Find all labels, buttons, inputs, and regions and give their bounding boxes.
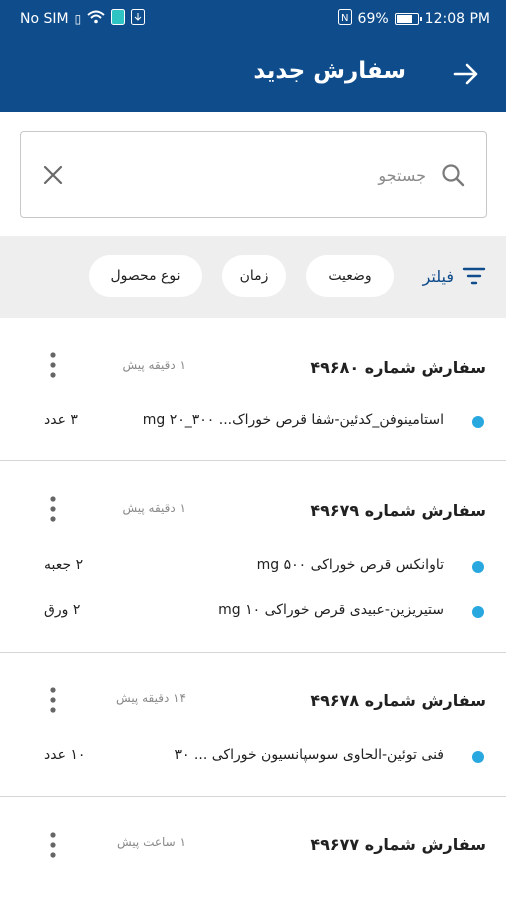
item-name: ستیریزین-عبیدی قرص خوراکی ۱۰ mg (218, 602, 444, 618)
order-card[interactable]: سفارش شماره ۴۹۶۷۷ ۱ ساعت پیش (0, 797, 506, 900)
app-bar: سفارش جدید (0, 36, 506, 112)
item-name: استامینوفن_کدئین-شفا قرص خوراک... ۳۰۰_۲۰… (142, 412, 444, 428)
status-bar-left: No SIM ▯ (20, 9, 146, 29)
search-icon[interactable] (440, 162, 466, 188)
filter-bar: فیلتر وضعیت زمان نوع محصول (0, 236, 506, 318)
app-notification-icon (111, 9, 126, 29)
page-title: سفارش جدید (253, 58, 406, 84)
filter-label: فیلتر (422, 266, 454, 286)
order-time: ۱ دقیقه پیش (122, 501, 186, 515)
item-quantity: ۳ عدد (44, 412, 78, 428)
download-notification-icon (131, 9, 146, 29)
order-item: استامینوفن_کدئین-شفا قرص خوراک... ۳۰۰_۲۰… (0, 410, 506, 434)
nfc-icon: N (337, 9, 352, 29)
order-card[interactable]: سفارش شماره ۴۹۶۸۰ ۱ دقیقه پیش استامینوفن… (0, 318, 506, 461)
item-bullet (472, 751, 484, 763)
arrow-right-icon (453, 63, 478, 85)
more-options-icon[interactable] (42, 830, 64, 860)
order-item: تاوانکس قرص خوراکی ۵۰۰ mg ۲ جعبه (0, 555, 506, 579)
order-item: فنی توئین-الحاوی سوسپانسیون خوراکی ... ۳… (0, 745, 506, 769)
filter-button[interactable]: فیلتر (423, 266, 486, 286)
item-name: فنی توئین-الحاوی سوسپانسیون خوراکی ... ۳… (174, 747, 444, 763)
battery-fill (396, 15, 412, 23)
order-title: سفارش شماره ۴۹۶۷۸ (310, 691, 486, 710)
chip-product-type[interactable]: نوع محصول (89, 255, 202, 297)
order-title: سفارش شماره ۴۹۶۸۰ (310, 358, 486, 377)
item-name: تاوانکس قرص خوراکی ۵۰۰ mg (256, 557, 444, 573)
order-time: ۱۴ دقیقه پیش (116, 691, 186, 705)
search-box (20, 131, 487, 218)
order-item: ستیریزین-عبیدی قرص خوراکی ۱۰ mg ۲ ورق (0, 600, 506, 624)
wifi-icon (87, 10, 105, 28)
order-title: سفارش شماره ۴۹۶۷۷ (310, 835, 486, 854)
item-bullet (472, 606, 484, 618)
item-bullet (472, 416, 484, 428)
order-time: ۱ ساعت پیش (117, 835, 186, 849)
carrier-label: No SIM (20, 11, 69, 27)
order-title: سفارش شماره ۴۹۶۷۹ (310, 501, 486, 520)
chip-time[interactable]: زمان (222, 255, 286, 297)
order-card[interactable]: سفارش شماره ۴۹۶۷۹ ۱ دقیقه پیش تاوانکس قر… (0, 461, 506, 653)
sim-icon: ▯ (74, 12, 82, 26)
order-time: ۱ دقیقه پیش (122, 358, 186, 372)
back-button[interactable] (450, 58, 482, 90)
more-options-icon[interactable] (42, 685, 64, 715)
item-quantity: ۱۰ عدد (44, 747, 86, 763)
svg-text:N: N (341, 13, 348, 24)
more-options-icon[interactable] (42, 350, 64, 380)
search-input[interactable] (126, 160, 426, 190)
more-options-icon[interactable] (42, 494, 64, 524)
close-icon[interactable] (41, 163, 65, 187)
filter-icon (462, 267, 486, 285)
chip-status[interactable]: وضعیت (306, 255, 394, 297)
battery-percent: 69% (357, 11, 389, 27)
battery-icon (394, 13, 422, 25)
item-quantity: ۲ ورق (44, 602, 81, 618)
status-bar: No SIM ▯ N 69% 12:08 PM (0, 0, 506, 36)
item-quantity: ۲ جعبه (44, 557, 84, 573)
order-card[interactable]: سفارش شماره ۴۹۶۷۸ ۱۴ دقیقه پیش فنی توئین… (0, 653, 506, 797)
item-bullet (472, 561, 484, 573)
status-bar-right: N 69% 12:08 PM (337, 9, 490, 29)
clock: 12:08 PM (424, 11, 490, 27)
